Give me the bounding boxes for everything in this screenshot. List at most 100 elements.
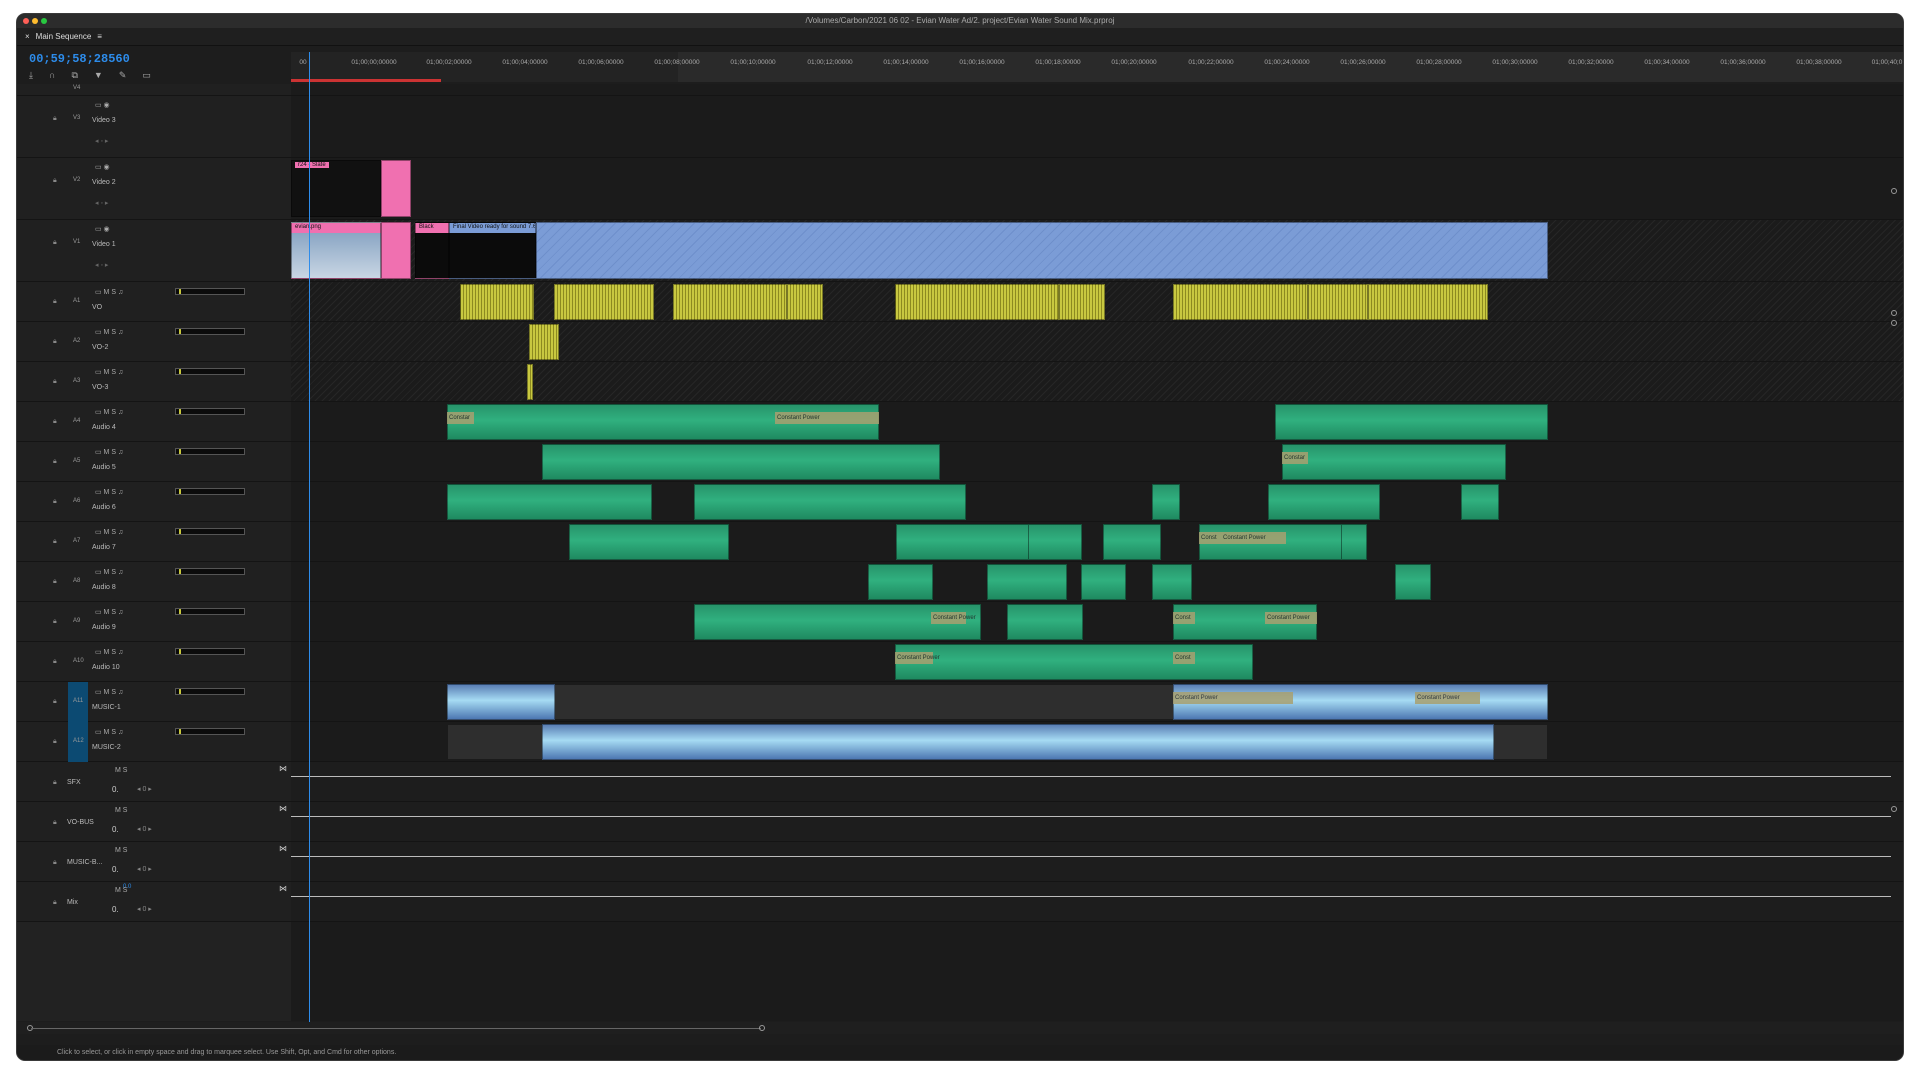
add-marker-icon[interactable]: ▼ (94, 70, 103, 81)
audio-track-lane[interactable] (291, 522, 1903, 562)
evian-pink-clip[interactable] (381, 222, 411, 279)
vertical-scroll-handle[interactable] (1891, 806, 1897, 812)
audio7-clip[interactable] (896, 524, 1044, 560)
sequence-tab[interactable]: × Main Sequence ≡ (25, 32, 102, 41)
track-lock-icon[interactable]: 🔒︎ (53, 698, 57, 706)
track-lock-icon[interactable]: 🔒︎ (53, 458, 57, 466)
track-lock-icon[interactable]: 🔒︎ (53, 418, 57, 426)
track-id[interactable]: A3 (73, 378, 80, 384)
crossfade-constant-power[interactable]: Const (1173, 652, 1195, 664)
track-volume-meter[interactable] (175, 368, 245, 375)
track-lock-icon[interactable]: 🔒︎ (53, 538, 57, 546)
minimize-window-button[interactable] (32, 18, 38, 24)
submix-track-lane[interactable] (291, 882, 1903, 922)
track-volume-meter[interactable] (175, 568, 245, 575)
audio5-clip[interactable] (542, 444, 940, 480)
snap-icon[interactable]: ∩ (49, 70, 55, 81)
audio5-clip[interactable] (1282, 444, 1506, 480)
track-lock-icon[interactable]: 🔒︎ (53, 738, 57, 746)
track-volume-meter[interactable] (175, 288, 245, 295)
track-volume-meter[interactable] (175, 608, 245, 615)
final-video-dark-clip[interactable]: Final Video ready for sound 7.6.mov (449, 222, 536, 279)
track-volume-meter[interactable] (175, 488, 245, 495)
vo-clip[interactable] (554, 284, 654, 320)
wrench-icon[interactable]: ✎ (119, 70, 127, 81)
track-lock-icon[interactable]: 🔒︎ (53, 338, 57, 346)
scroll-end-handle[interactable] (759, 1025, 765, 1031)
audio6-clip[interactable] (1152, 484, 1180, 520)
bus-volume-value[interactable]: 0. (112, 905, 119, 914)
playhead-timecode[interactable]: 00;59;58;28560 (29, 52, 130, 66)
collapse-icon[interactable]: ⋈ (279, 844, 287, 853)
crossfade-constant-power[interactable]: Constant Power (1415, 692, 1480, 704)
track-id[interactable]: A7 (73, 538, 80, 544)
audio8-clip[interactable] (1395, 564, 1431, 600)
video-track-lane[interactable] (291, 158, 1903, 220)
crossfade-constant-power[interactable]: Constant Power (931, 612, 976, 624)
track-lock-icon[interactable]: 🔒︎ (53, 779, 57, 787)
vertical-scroll-handle[interactable] (1891, 188, 1897, 194)
audio8-clip[interactable] (868, 564, 933, 600)
track-id[interactable]: A9 (73, 618, 80, 624)
crossfade-constant-power[interactable]: Constar (1282, 452, 1308, 464)
track-id[interactable]: A1 (73, 298, 80, 304)
scroll-track[interactable] (31, 1028, 761, 1029)
video-track-lane[interactable] (291, 84, 1903, 96)
collapse-icon[interactable]: ⋈ (279, 804, 287, 813)
track-id[interactable]: A5 (73, 458, 80, 464)
evian-image-clip[interactable]: evian.png (291, 222, 381, 279)
vo-clip[interactable] (460, 284, 534, 320)
audio6-clip[interactable] (1461, 484, 1499, 520)
audio7-clip[interactable] (1103, 524, 1161, 560)
work-area-bar[interactable] (678, 52, 1903, 82)
audio6-clip[interactable] (447, 484, 652, 520)
track-id[interactable]: A4 (73, 418, 80, 424)
track-lock-icon[interactable]: 🔒︎ (53, 899, 57, 907)
volume-rubberband[interactable] (291, 856, 1891, 857)
track-lock-icon[interactable]: 🔒︎ (53, 498, 57, 506)
vo-clip[interactable] (1368, 284, 1488, 320)
audio7-clip[interactable] (1341, 524, 1367, 560)
linked-selection-icon[interactable]: ⧉ (71, 70, 77, 81)
track-id[interactable]: A6 (73, 498, 80, 504)
volume-rubberband[interactable] (291, 896, 1891, 897)
submix-track-lane[interactable] (291, 762, 1903, 802)
bus-volume-value[interactable]: 0. (112, 785, 119, 794)
slate-pink-clip[interactable] (381, 160, 411, 217)
final-video-clip[interactable] (536, 222, 1548, 279)
vo-clip[interactable] (1308, 284, 1368, 320)
track-id[interactable]: A11 (73, 698, 83, 704)
vo-clip[interactable] (787, 284, 823, 320)
vo-clip[interactable] (895, 284, 1059, 320)
audio-track-lane[interactable] (291, 602, 1903, 642)
horizontal-scrollbar[interactable] (17, 1022, 1903, 1034)
music1-clip[interactable] (447, 684, 555, 720)
volume-rubberband[interactable] (291, 776, 1891, 777)
track-id[interactable]: A10 (73, 658, 84, 664)
audio4-clip[interactable] (1275, 404, 1548, 440)
crossfade-constant-power[interactable]: Constant Power (1173, 692, 1293, 704)
track-volume-meter[interactable] (175, 528, 245, 535)
track-lock-icon[interactable]: 🔒︎ (53, 298, 57, 306)
vo2-clip[interactable] (529, 324, 559, 360)
slate-clip[interactable]: r24 - Slate (291, 160, 381, 217)
track-id[interactable]: A12 (73, 738, 84, 744)
audio8-clip[interactable] (1081, 564, 1126, 600)
crossfade-constant-power[interactable]: Constant Power (1265, 612, 1317, 624)
track-lock-icon[interactable]: 🔒︎ (53, 378, 57, 386)
track-volume-meter[interactable] (175, 328, 245, 335)
video-track-lane[interactable] (291, 96, 1903, 158)
track-lock-icon[interactable]: 🔒︎ (53, 578, 57, 586)
audio10-clip[interactable] (895, 644, 1253, 680)
track-lock-icon[interactable]: 🔒︎ (53, 177, 57, 185)
nest-icon[interactable]: ⤓ (29, 70, 33, 81)
track-volume-meter[interactable] (175, 648, 245, 655)
zoom-window-button[interactable] (41, 18, 47, 24)
vo-clip[interactable] (1059, 284, 1105, 320)
track-volume-meter[interactable] (175, 688, 245, 695)
crossfade-constant-power[interactable]: Constant Power (775, 412, 879, 424)
vo3-clip[interactable] (527, 364, 533, 400)
track-id[interactable]: V1 (73, 239, 80, 245)
audio7-clip[interactable] (1028, 524, 1082, 560)
crossfade-constant-power[interactable]: Constant Power (895, 652, 940, 664)
